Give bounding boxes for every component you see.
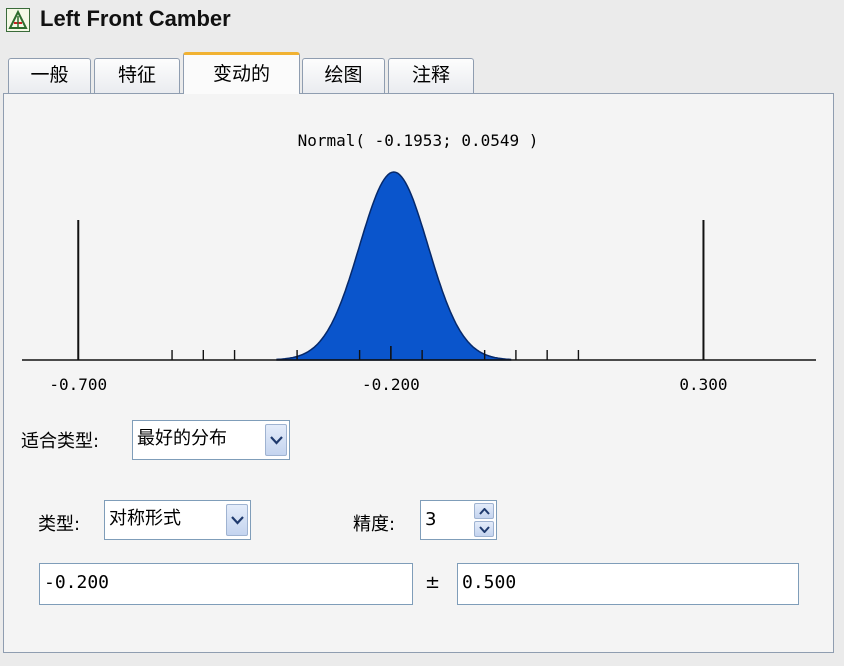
window-title: Left Front Camber: [40, 6, 231, 31]
precision-value: 3: [425, 509, 437, 530]
tab-plot[interactable]: 绘图: [302, 58, 385, 94]
tick-label: -0.700: [49, 375, 107, 394]
chart-title: Normal( -0.1953; 0.0549 ): [298, 131, 539, 150]
fit-type-label: 适合类型:: [21, 431, 100, 452]
tab-notes[interactable]: 注释: [388, 58, 474, 94]
distribution-chart: Normal( -0.1953; 0.0549 ) -0.700 -0.200 0.…: [22, 131, 816, 394]
tolerance-chart-icon: [6, 8, 30, 32]
fit-type-value: 最好的分布: [137, 428, 227, 449]
tab-features[interactable]: 特征: [94, 58, 180, 94]
distribution-curve-area: [276, 171, 512, 361]
chevron-up-icon[interactable]: [474, 503, 494, 519]
chevron-down-icon[interactable]: [265, 424, 287, 456]
chevron-down-icon[interactable]: [474, 521, 494, 537]
precision-stepper[interactable]: 3: [420, 500, 497, 540]
tab-general[interactable]: 一般: [8, 58, 91, 94]
nominal-field[interactable]: -0.200: [39, 563, 413, 605]
type-select[interactable]: 对称形式: [104, 500, 251, 540]
tab-variation[interactable]: 变动的: [183, 52, 300, 94]
type-label: 类型:: [38, 514, 81, 535]
precision-label: 精度:: [353, 514, 396, 535]
tolerance-field[interactable]: 0.500: [457, 563, 799, 605]
fit-type-select[interactable]: 最好的分布: [132, 420, 290, 460]
variation-panel: Normal( -0.1953; 0.0549 ) -0.700 -0.200 0.…: [3, 93, 834, 653]
tick-label: -0.200: [362, 375, 420, 394]
title-bar: Left Front Camber: [0, 0, 844, 44]
tick-label: 0.300: [679, 375, 727, 394]
plus-minus-symbol: ±: [425, 572, 441, 593]
type-value: 对称形式: [109, 508, 181, 529]
chevron-down-icon[interactable]: [226, 504, 248, 536]
